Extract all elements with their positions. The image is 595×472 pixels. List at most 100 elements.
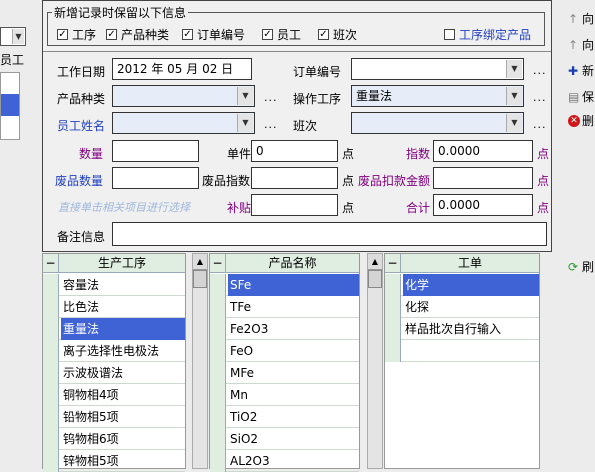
row-indicator[interactable] — [43, 406, 59, 428]
waste-qty-field[interactable] — [112, 167, 199, 189]
toolbar-item-up2[interactable]: ↑ 向 — [568, 36, 594, 53]
row-indicator[interactable] — [385, 318, 401, 340]
check-bind-product[interactable]: 工序绑定产品 — [444, 26, 531, 43]
scroll-up-icon[interactable]: ▲ — [193, 254, 207, 270]
collapse-icon[interactable]: − — [43, 254, 59, 273]
list-item[interactable]: TFe — [210, 296, 359, 318]
row-indicator[interactable] — [43, 384, 59, 406]
check-shift[interactable]: ✓ 班次 — [318, 26, 357, 43]
list-item[interactable]: 化学 — [385, 274, 539, 296]
row-indicator[interactable] — [43, 296, 59, 318]
chevron-down-icon[interactable]: ▼ — [506, 87, 522, 105]
row-indicator[interactable] — [43, 274, 59, 296]
left-list[interactable] — [0, 72, 20, 140]
list-item[interactable]: Fe2O3 — [210, 318, 359, 340]
list-item[interactable]: 离子选择性电极法 — [43, 340, 185, 362]
row-indicator[interactable] — [210, 340, 226, 362]
scroll-thumb[interactable] — [368, 270, 382, 288]
row-indicator[interactable] — [210, 296, 226, 318]
checkbox-icon[interactable]: ✓ — [262, 29, 273, 40]
chevron-down-icon[interactable]: ▼ — [506, 60, 522, 78]
product-list[interactable]: − 产品名称 SFe TFe Fe2O3 FeO MFe Mn TiO2 SiO2 AL2O3 — [209, 253, 360, 472]
toolbar-item-delete[interactable]: ✕ 删 — [568, 112, 594, 129]
row-indicator[interactable] — [385, 274, 401, 296]
toolbar-item-refresh[interactable]: ⟳ 刷 — [568, 258, 594, 275]
check-product-type[interactable]: ✓ 产品种类 — [106, 26, 169, 43]
process-scrollbar[interactable]: ▲ — [192, 253, 208, 469]
toolbar-item-new[interactable]: ✚ 新 — [568, 62, 594, 79]
product-scrollbar[interactable]: ▲ — [367, 253, 383, 469]
toolbar-item-up1[interactable]: ↑ 向 — [568, 10, 594, 27]
list-item[interactable]: 容量法 — [43, 274, 185, 296]
index-value: 0.0000 — [438, 144, 480, 158]
waste-deduct-field[interactable] — [433, 167, 533, 189]
row-indicator[interactable] — [43, 428, 59, 450]
list-item[interactable]: TiO2 — [210, 406, 359, 428]
row-indicator[interactable] — [43, 340, 59, 362]
note-field[interactable] — [112, 222, 547, 246]
row-indicator[interactable] — [385, 296, 401, 318]
process-list[interactable]: − 生产工序 容量法 比色法 重量法 离子选择性电极法 示波极谱法 铜物相4项 铅物相5项钨… — [42, 253, 186, 472]
check-order[interactable]: ✓ 订单编号 — [182, 26, 245, 43]
list-item[interactable]: SiO2 — [210, 428, 359, 450]
row-indicator[interactable] — [210, 428, 226, 450]
chevron-down-icon[interactable]: ▼ — [237, 114, 253, 132]
work-date-field[interactable]: 2012 年 05 月 02 日 — [112, 58, 252, 80]
list-item[interactable]: 铅物相5项 — [43, 406, 185, 428]
list-item[interactable]: FeO — [210, 340, 359, 362]
chevron-down-icon[interactable]: ▼ — [506, 114, 522, 132]
chevron-down-icon[interactable]: ▼ — [12, 29, 24, 44]
process-select[interactable]: 重量法 ▼ — [351, 85, 524, 107]
index-field[interactable]: 0.0000 — [433, 140, 533, 162]
subsidy-field[interactable] — [251, 194, 338, 216]
check-employee[interactable]: ✓ 员工 — [262, 26, 301, 43]
checkbox-icon[interactable] — [444, 29, 455, 40]
left-combo[interactable]: ▼ — [0, 27, 26, 46]
shift-more-button[interactable]: ... — [533, 118, 547, 131]
product-type-more-button[interactable]: ... — [264, 91, 278, 104]
scroll-thumb[interactable] — [193, 270, 207, 288]
row-indicator[interactable] — [210, 274, 226, 296]
waste-index-field[interactable] — [251, 167, 338, 189]
row-indicator[interactable] — [43, 362, 59, 384]
scroll-up-icon[interactable]: ▲ — [368, 254, 382, 270]
list-item[interactable]: 示波极谱法 — [43, 362, 185, 384]
list-item[interactable]: SFe — [210, 274, 359, 296]
list-item[interactable]: MFe — [210, 362, 359, 384]
employee-select[interactable]: ▼ — [112, 112, 255, 134]
shift-select[interactable]: ▼ — [351, 112, 524, 134]
list-item[interactable]: 化探 — [385, 296, 539, 318]
collapse-icon[interactable]: − — [210, 254, 226, 273]
chevron-down-icon[interactable]: ▼ — [237, 87, 253, 105]
checkbox-icon[interactable]: ✓ — [57, 29, 68, 40]
order-list[interactable]: − 工单 化学 化探 样品批次自行输入 — [384, 253, 540, 469]
checkbox-icon[interactable]: ✓ — [318, 29, 329, 40]
checkbox-icon[interactable]: ✓ — [106, 29, 117, 40]
order-select[interactable]: ▼ — [351, 58, 524, 80]
employee-more-button[interactable]: ... — [264, 118, 278, 131]
list-item[interactable]: Mn — [210, 384, 359, 406]
list-item[interactable]: 重量法 — [43, 318, 185, 340]
unit-price-field[interactable]: 0 — [251, 140, 338, 162]
total-field[interactable]: 0.0000 — [433, 194, 533, 216]
order-more-button[interactable]: ... — [533, 64, 547, 77]
process-more-button[interactable]: ... — [533, 91, 547, 104]
list-item[interactable]: 铜物相4项 — [43, 384, 185, 406]
toolbar-item-save[interactable]: ▤ 保 — [568, 88, 594, 105]
row-indicator[interactable] — [210, 406, 226, 428]
list-item[interactable]: 比色法 — [43, 296, 185, 318]
check-process[interactable]: ✓ 工序 — [57, 26, 96, 43]
qty-field[interactable] — [112, 140, 199, 162]
row-indicator[interactable] — [43, 318, 59, 340]
collapse-icon[interactable]: − — [385, 254, 401, 273]
list-item[interactable] — [385, 340, 539, 362]
row-indicator[interactable] — [210, 362, 226, 384]
checkbox-icon[interactable]: ✓ — [182, 29, 193, 40]
row-indicator[interactable] — [210, 318, 226, 340]
list-item[interactable]: 钨物相6项 — [43, 428, 185, 450]
list-item[interactable]: 样品批次自行输入 — [385, 318, 539, 340]
row-indicator[interactable] — [385, 340, 401, 362]
left-list-selected-row[interactable] — [1, 94, 19, 116]
product-type-select[interactable]: ▼ — [112, 85, 255, 107]
row-indicator[interactable] — [210, 384, 226, 406]
